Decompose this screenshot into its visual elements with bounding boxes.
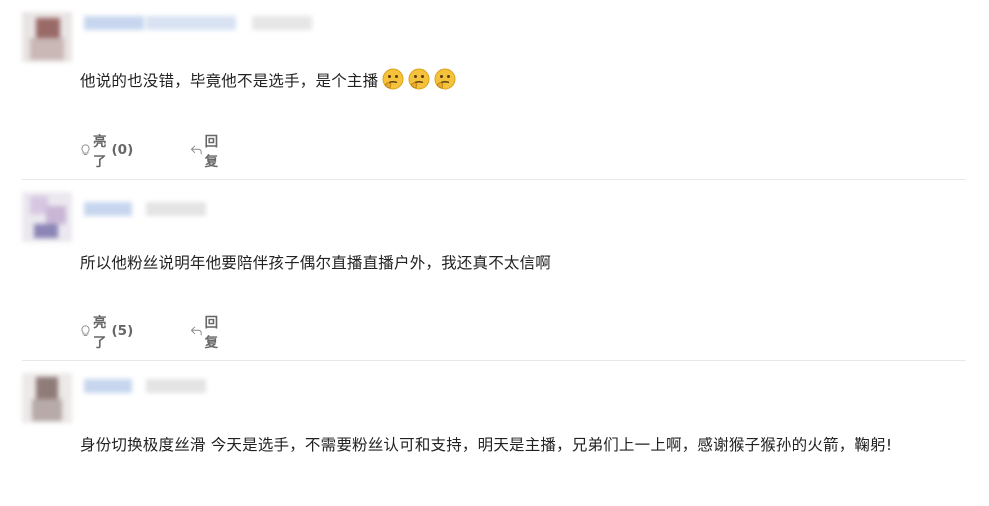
thinking-face-emoji-icon — [382, 66, 404, 90]
comment-text: 身份切换极度丝滑 今天是选手，不需要粉丝认可和支持，明天是主播，兄弟们上一上啊，… — [80, 426, 965, 464]
like-button[interactable]: 亮了 (0) — [80, 130, 133, 170]
username[interactable] — [84, 196, 214, 222]
lightbulb-icon — [81, 144, 90, 155]
comment-text-content: 所以他粉丝说明年他要陪伴孩子偶尔直播直播户外，我还真不太信啊 — [80, 254, 552, 272]
reply-label: 回复 — [204, 315, 219, 351]
comment-item: 所以他粉丝说明年他要陪伴孩子偶尔直播直播户外，我还真不太信啊 亮了 (5) 回复 — [0, 180, 989, 361]
like-label: 亮了 — [92, 315, 107, 351]
avatar[interactable] — [22, 12, 72, 62]
reply-arrow-icon — [190, 145, 202, 155]
reply-arrow-icon — [190, 326, 202, 336]
like-count: (5) — [111, 323, 134, 339]
avatar[interactable] — [22, 192, 72, 242]
like-count: (0) — [111, 142, 134, 158]
comment-text: 他说的也没错，毕竟他不是选手，是个主播 — [80, 62, 965, 100]
comment-text-content: 他说的也没错，毕竟他不是选手，是个主播 — [80, 72, 379, 90]
reply-label: 回复 — [204, 134, 219, 170]
avatar[interactable] — [22, 373, 72, 423]
comment-text-content: 身份切换极度丝滑 今天是选手，不需要粉丝认可和支持，明天是主播，兄弟们上一上啊，… — [80, 436, 893, 454]
username[interactable] — [84, 10, 314, 36]
lightbulb-icon — [81, 325, 90, 336]
thinking-face-emoji-icon — [434, 66, 456, 90]
username[interactable] — [84, 373, 214, 399]
reply-button[interactable]: 回复 — [190, 311, 224, 351]
thinking-face-emoji-icon — [408, 66, 430, 90]
like-button[interactable]: 亮了 (5) — [80, 311, 133, 351]
comment-text: 所以他粉丝说明年他要陪伴孩子偶尔直播直播户外，我还真不太信啊 — [80, 244, 965, 282]
comment-item: 他说的也没错，毕竟他不是选手，是个主播 亮了 (0) 回复 — [0, 0, 989, 180]
reply-button[interactable]: 回复 — [190, 130, 224, 170]
like-label: 亮了 — [92, 134, 107, 170]
comment-item: 身份切换极度丝滑 今天是选手，不需要粉丝认可和支持，明天是主播，兄弟们上一上啊，… — [0, 361, 989, 506]
